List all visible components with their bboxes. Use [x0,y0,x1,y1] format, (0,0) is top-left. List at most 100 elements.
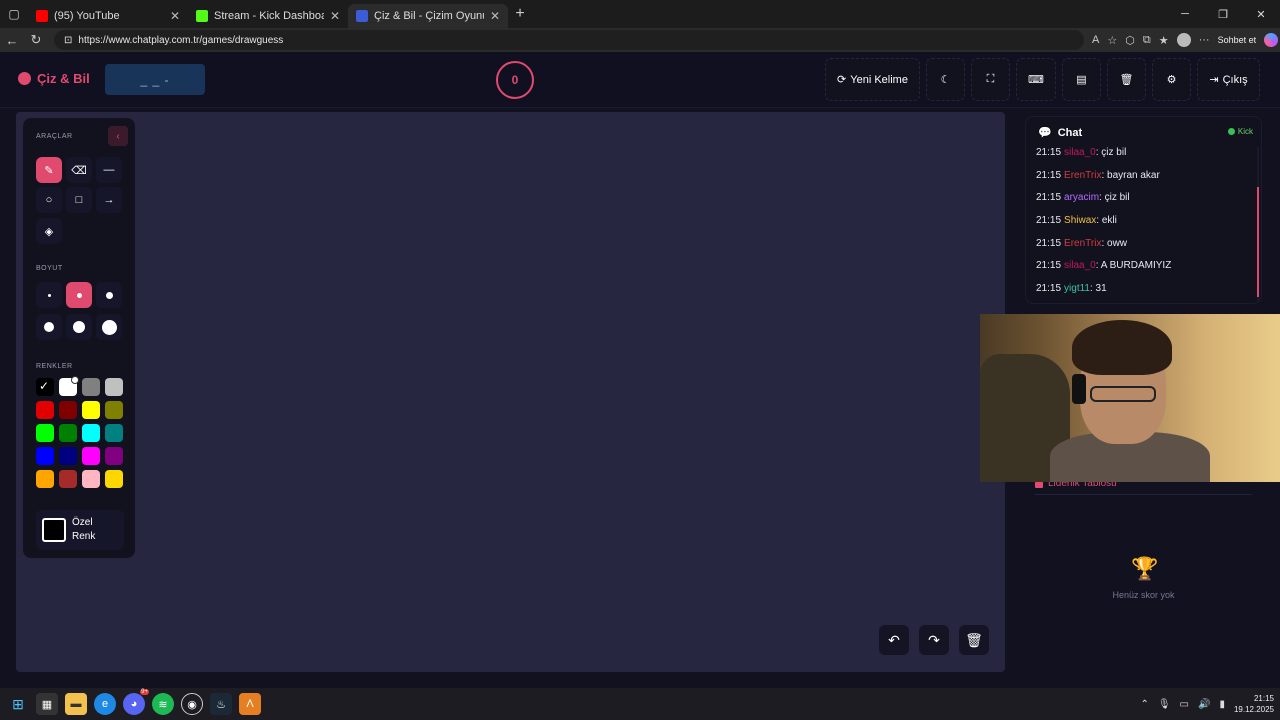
tab-youtube[interactable]: (95) YouTube ✕ [28,4,188,28]
collapse-panel-button[interactable]: ‹ [108,126,128,146]
message-user[interactable]: silaa_0 [1064,260,1096,271]
rectangle-tool[interactable]: □ [66,187,92,213]
app-icon[interactable]: Λ [239,693,261,715]
collections-icon[interactable]: ★ [1159,34,1169,47]
message-user[interactable]: ErenTrix [1064,170,1101,181]
color-swatch[interactable] [105,424,123,442]
logo[interactable]: Çiz & Bil [18,71,90,86]
edge-icon[interactable]: e [94,693,116,715]
color-swatch[interactable] [82,378,100,396]
chat-messages: 21:15 silaa_0: çiz bil 21:15 ErenTrix: bayr… [1036,147,1256,303]
message-user[interactable]: silaa_0 [1064,147,1096,158]
color-swatch[interactable] [59,376,79,396]
redo-button[interactable]: ↷ [919,625,949,655]
delete-button[interactable]: 🗑 [1107,58,1146,101]
undo-button[interactable]: ↶ [879,625,909,655]
back-icon[interactable]: ← [0,33,24,48]
file-explorer-icon[interactable]: ▬ [65,693,87,715]
windows-start-icon[interactable]: ⊞ [7,693,29,715]
color-swatch[interactable] [105,447,123,465]
exit-button[interactable]: ⇥ Çıkış [1197,58,1260,101]
color-swatch[interactable]: ✓ [36,378,54,396]
color-swatch[interactable] [82,401,100,419]
close-icon[interactable]: ✕ [330,9,340,23]
eraser-tool[interactable]: ⌫ [66,157,92,183]
spotify-icon[interactable]: ≋ [152,693,174,715]
obs-icon[interactable]: ◉ [181,693,203,715]
message-user[interactable]: aryacim [1064,192,1099,203]
clear-canvas-button[interactable]: 🗑 [959,625,989,655]
color-swatch[interactable] [82,470,100,488]
minimize-icon[interactable]: ─ [1166,0,1204,28]
new-word-button[interactable]: ⟳ Yeni Kelime [825,58,920,101]
chat-with-copilot[interactable]: Sohbet et [1218,35,1257,45]
url-field[interactable]: ⊡ https://www.chatplay.com.tr/games/draw… [54,30,1084,50]
line-tool[interactable]: — [96,157,122,183]
read-aloud-icon[interactable]: A [1092,34,1099,46]
webcam-overlay [980,314,1280,482]
color-swatch[interactable] [105,378,123,396]
chevron-up-icon[interactable]: ⌃ [1140,699,1148,710]
keyboard-button[interactable]: ⌨ [1016,58,1056,101]
volume-icon[interactable]: 🔊 [1198,699,1210,710]
message-user[interactable]: Shiwax [1064,215,1096,226]
tab-kick-dashboard[interactable]: Stream - Kick Dashboard ✕ [188,4,348,28]
microphone-icon[interactable]: 🎙 [1158,699,1171,710]
size-1[interactable] [36,282,62,308]
profile-avatar[interactable] [1176,33,1191,47]
discord-icon[interactable]: ◕ 9+ [123,689,149,715]
dark-mode-button[interactable]: ☾ [926,58,965,101]
message-user[interactable]: yigt11 [1064,283,1090,294]
circle-tool[interactable]: ○ [36,187,62,213]
size-2[interactable] [66,282,92,308]
battery-icon[interactable]: ▮ [1219,699,1225,710]
color-swatch[interactable] [82,447,100,465]
color-swatch[interactable] [59,424,77,442]
custom-color-button[interactable]: Özel Renk [36,510,124,550]
color-swatch[interactable] [105,470,123,488]
window-menu-icon[interactable]: ▢ [0,0,28,28]
arrow-tool[interactable]: → [96,187,122,213]
refresh-icon[interactable]: ↻ [24,32,48,48]
archive-button[interactable]: ▤ [1062,58,1101,101]
copilot-icon[interactable] [1264,33,1279,47]
drawing-canvas[interactable] [16,112,1005,672]
size-6[interactable] [96,314,122,340]
size-3[interactable] [96,282,122,308]
color-swatch[interactable] [36,401,54,419]
display-icon[interactable]: ▭ [1180,699,1189,710]
close-icon[interactable]: ✕ [490,9,500,23]
check-icon: ✓ [39,379,50,393]
settings-button[interactable]: ⚙ [1152,58,1191,101]
clock[interactable]: 21:15 19.12.2025 [1234,693,1274,715]
color-swatch[interactable] [36,424,54,442]
chat-scrollbar-thumb[interactable] [1257,187,1259,297]
close-icon[interactable]: ✕ [170,9,180,23]
clock-date: 19.12.2025 [1233,705,1274,714]
fullscreen-button[interactable]: ⛶ [971,58,1010,101]
color-swatch[interactable] [59,447,77,465]
new-tab-button[interactable]: + [508,5,532,23]
store-icon[interactable]: ▦ [36,693,58,715]
color-swatch[interactable] [59,401,77,419]
color-swatch[interactable] [59,470,77,488]
color-swatch[interactable] [82,424,100,442]
size-4[interactable] [36,314,62,340]
site-info-icon[interactable]: ⊡ [64,35,72,46]
close-window-icon[interactable]: ✕ [1242,0,1280,28]
color-swatch[interactable] [36,470,54,488]
color-swatch[interactable] [105,401,123,419]
extensions-icon[interactable]: ⬡ [1125,34,1135,47]
fill-tool[interactable]: ◈ [36,218,62,244]
color-swatch[interactable] [36,447,54,465]
size-5[interactable] [66,314,92,340]
more-icon[interactable]: ··· [1199,34,1210,46]
message-user[interactable]: ErenTrix [1064,238,1101,249]
tab-ciz-bil[interactable]: Çiz & Bil - Çizim Oyunu ✕ [348,4,508,28]
trophy-icon: 🏆 [1131,556,1159,581]
steam-icon[interactable]: ♨ [210,693,232,715]
favorite-icon[interactable]: ☆ [1107,34,1117,47]
pencil-tool[interactable]: ✎ [36,157,62,183]
restore-icon[interactable]: ❐ [1204,0,1242,28]
split-screen-icon[interactable]: ⧉ [1143,34,1151,47]
